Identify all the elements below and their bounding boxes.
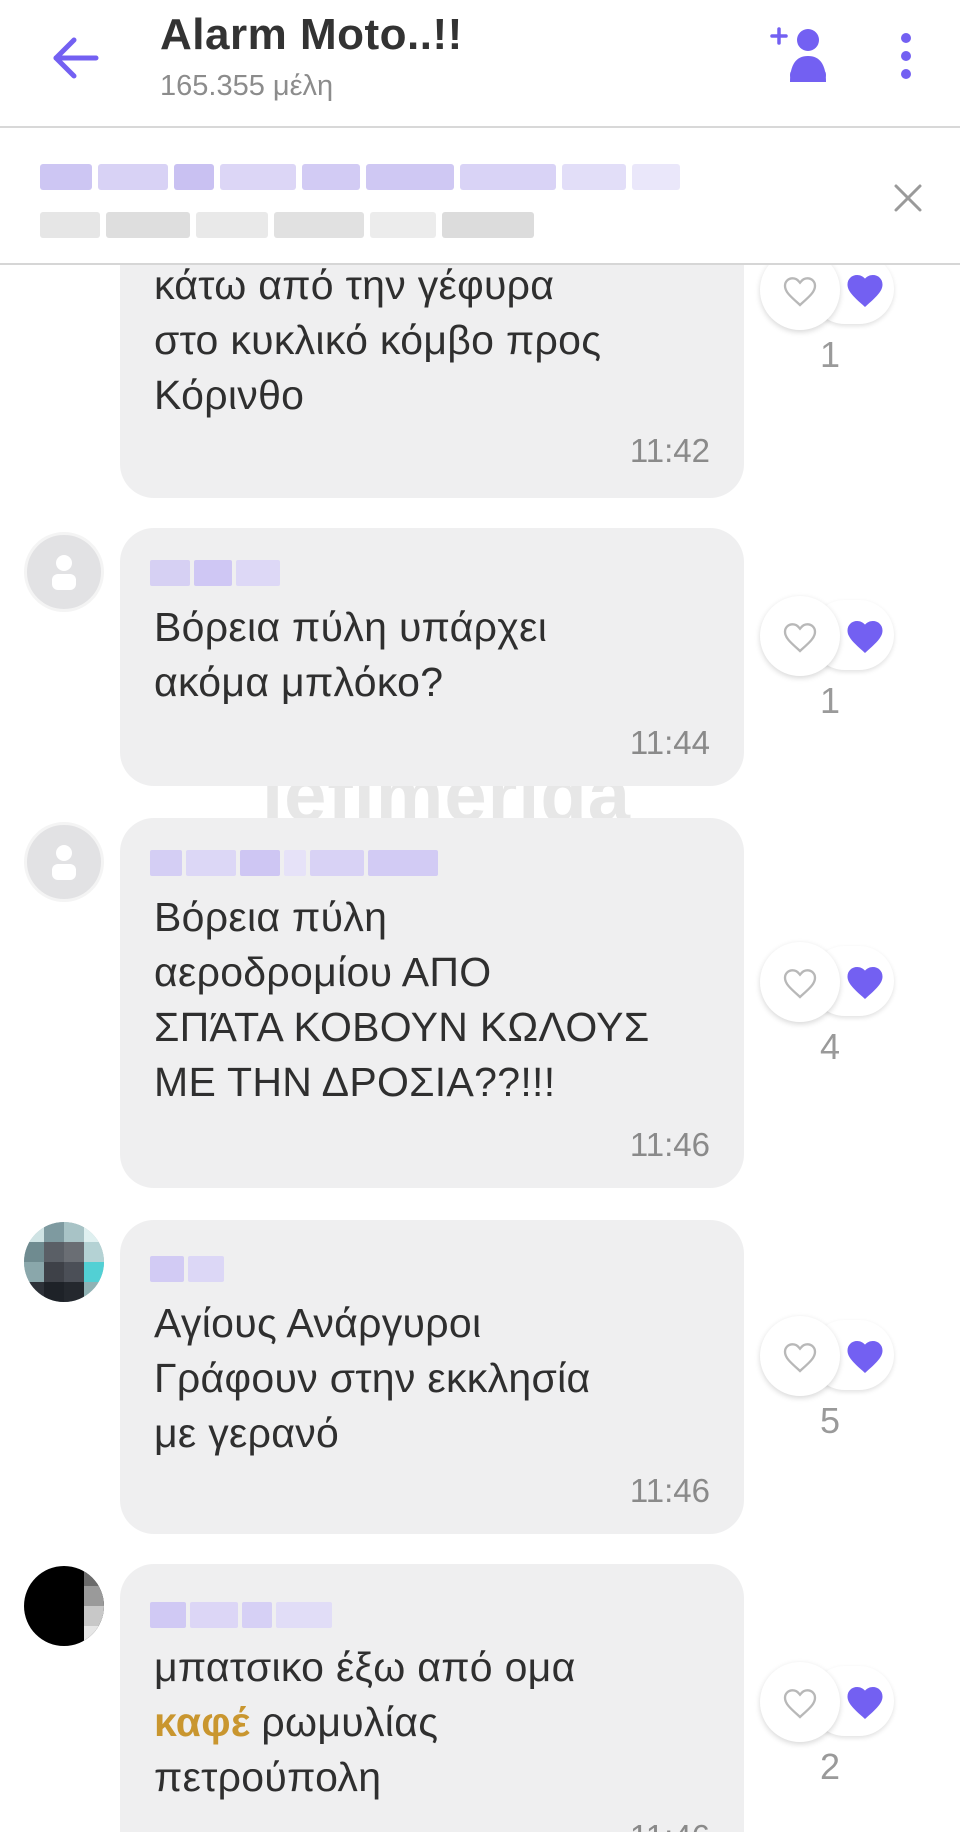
heart-outline-icon	[783, 623, 817, 653]
add-member-button[interactable]	[766, 20, 838, 92]
message-bubble[interactable]: Αγίους Ανάργυροι Γράφουν στην εκκλησία μ…	[120, 1220, 744, 1534]
message-text: κάτω από την γέφυρα στο κυκλικό κόμβο πρ…	[154, 262, 602, 418]
like-button[interactable]	[760, 1662, 840, 1742]
message-time: 11:42	[629, 432, 710, 469]
like-count: 1	[819, 334, 841, 375]
heart-filled-icon	[847, 967, 883, 1000]
message-text-part: μπατσικο έξω από ομα	[154, 1644, 576, 1690]
sender-name-blurred	[150, 850, 438, 876]
message-text: Βόρεια πύλη υπάρχει ακόμα μπλόκο?	[154, 604, 548, 705]
pinned-text-blurred	[40, 164, 680, 190]
message-list[interactable]: iefimerida κάτω από την γέφυρα στο κυκλι…	[0, 0, 960, 1832]
message-time: 11:46	[630, 1818, 710, 1832]
heart-filled-icon	[847, 1341, 883, 1374]
pinned-text-blurred	[40, 212, 534, 238]
message-bubble[interactable]: Βόρεια πύλη αεροδρομίου ΑΠΟ ΣΠΆΤΑ ΚΟΒΟΥΝ…	[120, 818, 744, 1188]
like-button[interactable]	[760, 942, 840, 1022]
heart-filled-icon	[847, 621, 883, 654]
avatar[interactable]	[24, 822, 104, 902]
like-count: 4	[819, 1026, 841, 1067]
message-time: 11:46	[629, 1126, 710, 1163]
heart-outline-icon	[783, 1343, 817, 1373]
reaction-group	[758, 1314, 898, 1398]
avatar[interactable]	[24, 532, 104, 612]
like-button[interactable]	[760, 596, 840, 676]
close-icon	[894, 184, 922, 212]
sender-name-blurred	[150, 1256, 224, 1282]
message-text: Βόρεια πύλη αεροδρομίου ΑΠΟ ΣΠΆΤΑ ΚΟΒΟΥΝ…	[154, 894, 650, 1105]
message-text: μπατσικο έξω από ομα καφέ ρωμυλίας πετρο…	[154, 1640, 714, 1805]
more-options-button[interactable]	[880, 24, 932, 88]
heart-outline-icon	[783, 1689, 817, 1719]
add-person-icon	[770, 27, 826, 82]
more-vertical-icon	[901, 33, 911, 79]
message-bubble[interactable]: Βόρεια πύλη υπάρχει ακόμα μπλόκο? 11:44	[120, 528, 744, 786]
heart-filled-icon	[847, 275, 883, 308]
message-bubble[interactable]: μπατσικο έξω από ομα καφέ ρωμυλίας πετρο…	[120, 1564, 744, 1832]
person-icon	[52, 845, 76, 880]
sender-name-blurred	[150, 1602, 332, 1628]
close-pinned-button[interactable]	[880, 170, 936, 226]
pinned-message-banner[interactable]	[0, 130, 960, 265]
sender-name-blurred	[150, 560, 280, 586]
chat-screen: iefimerida κάτω από την γέφυρα στο κυκλι…	[0, 0, 960, 1832]
like-count: 1	[819, 680, 841, 721]
heart-outline-icon	[783, 277, 817, 307]
message-time: 11:44	[629, 724, 710, 761]
reaction-group	[758, 594, 898, 678]
message-text: Αγίους Ανάργυροι Γράφουν στην εκκλησία μ…	[154, 1300, 591, 1456]
avatar[interactable]	[24, 1222, 104, 1302]
avatar[interactable]	[24, 1566, 104, 1646]
avatar-photo-blurred	[24, 1222, 104, 1302]
message-text-highlight[interactable]: καφέ	[154, 1699, 250, 1745]
member-count: 165.355 μέλη	[160, 70, 334, 102]
arrow-left-icon	[53, 37, 99, 79]
like-button[interactable]	[760, 1316, 840, 1396]
avatar-photo-blurred	[24, 1566, 104, 1646]
back-button[interactable]	[44, 26, 108, 90]
like-count: 5	[819, 1400, 841, 1441]
reaction-group	[758, 940, 898, 1024]
reaction-group	[758, 1660, 898, 1744]
heart-filled-icon	[847, 1687, 883, 1720]
chat-header: Alarm Moto..!! 165.355 μέλη	[0, 0, 960, 128]
message-time: 11:46	[629, 1472, 710, 1509]
heart-outline-icon	[783, 969, 817, 999]
person-icon	[52, 555, 76, 590]
like-count: 2	[819, 1746, 841, 1787]
chat-title[interactable]: Alarm Moto..!!	[160, 10, 463, 60]
